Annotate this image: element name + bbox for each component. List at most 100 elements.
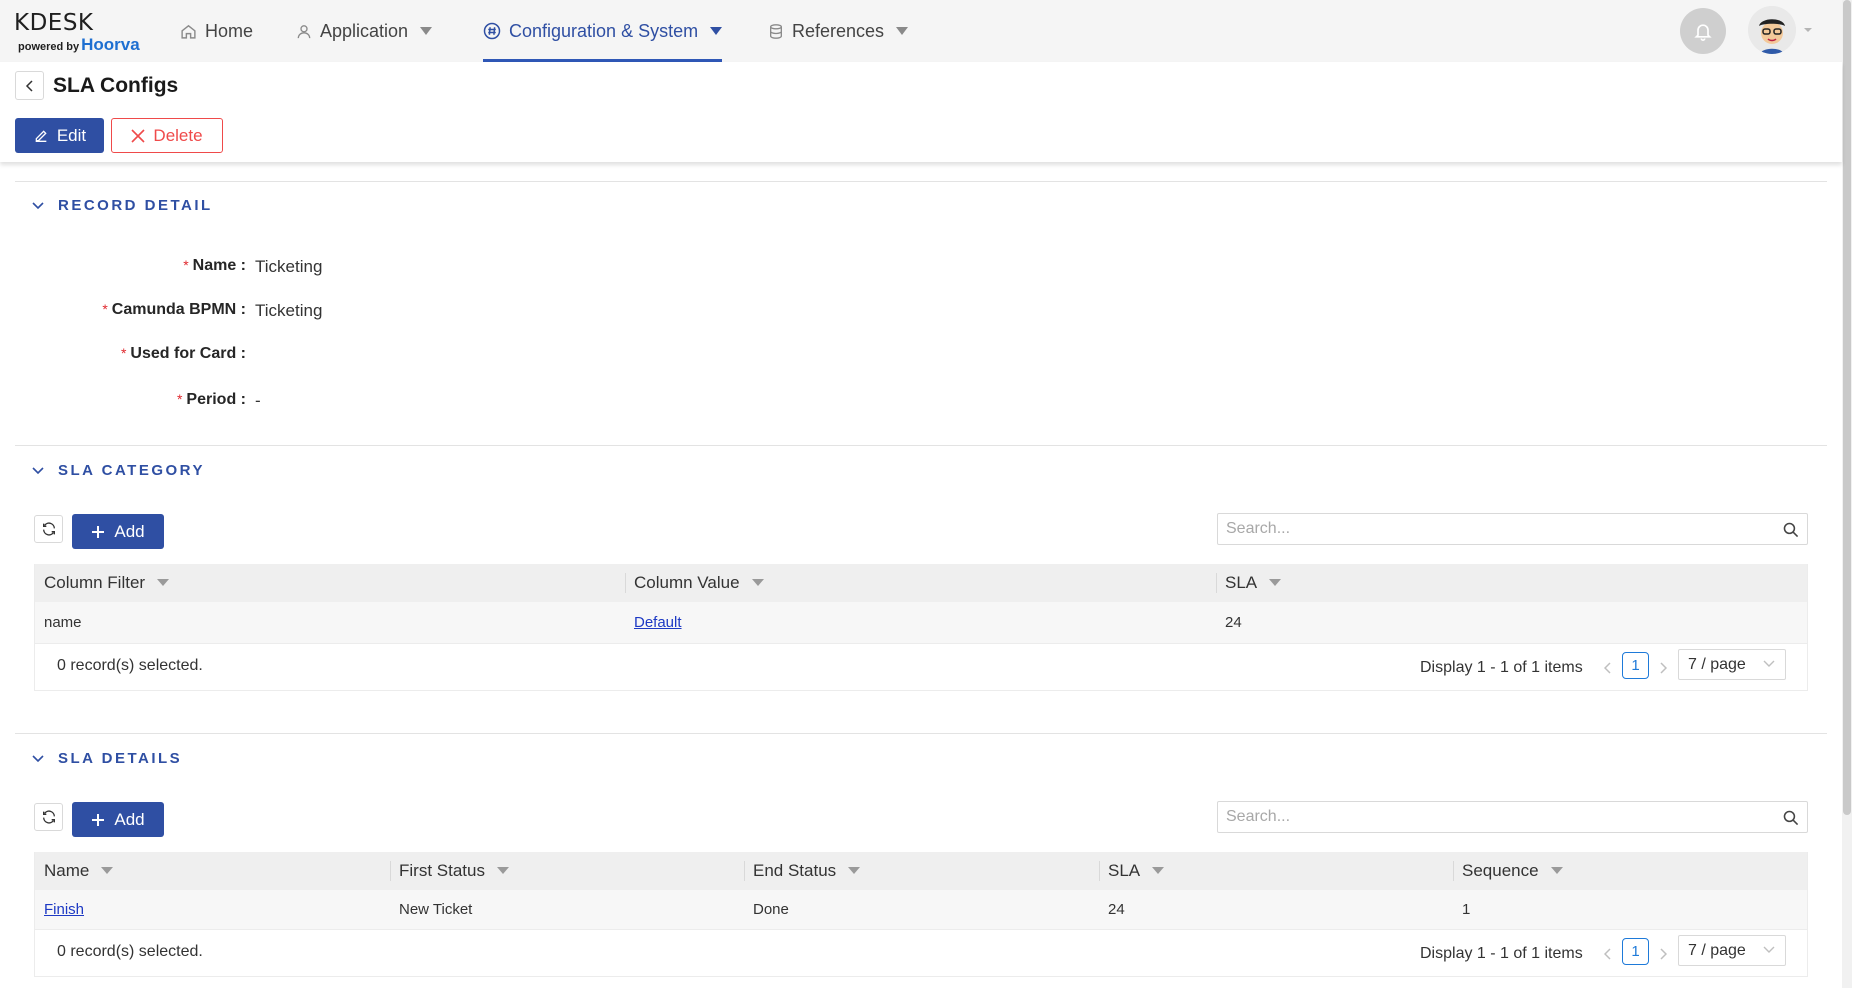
refresh-icon xyxy=(42,522,55,536)
chevron-down-icon xyxy=(32,754,44,762)
refresh-button[interactable] xyxy=(34,803,63,831)
page-title: SLA Configs xyxy=(53,74,179,97)
column-header-sequence: Sequence xyxy=(1453,852,1807,890)
nav-application[interactable]: Application xyxy=(296,0,433,62)
kdesk-logo[interactable]: KDESK powered by Hoorva xyxy=(14,10,144,54)
section-divider xyxy=(15,445,1827,446)
chevron-down-icon xyxy=(420,27,433,35)
plus-icon xyxy=(92,525,105,538)
section-title: SLA CATEGORY xyxy=(58,462,205,479)
nav-home-label: Home xyxy=(205,20,254,41)
top-navbar: KDESK powered by Hoorva Home Application … xyxy=(0,0,1842,62)
refresh-button[interactable] xyxy=(34,515,63,543)
pagination-summary: Display 1 - 1 of 1 items xyxy=(1420,945,1583,962)
chevron-down-icon xyxy=(1763,946,1775,953)
required-mark: * xyxy=(102,301,108,317)
page-size-select[interactable]: 7 / page xyxy=(1678,935,1786,966)
pagination-next-icon[interactable] xyxy=(1657,658,1669,678)
field-label-period: * Period : xyxy=(176,391,246,408)
bell-icon xyxy=(1694,24,1712,41)
refresh-icon xyxy=(42,810,55,824)
cell-sla: 24 xyxy=(1108,901,1125,918)
required-mark: * xyxy=(120,345,127,361)
search-input[interactable] xyxy=(1218,514,1768,544)
delete-button[interactable]: Delete xyxy=(111,118,223,153)
avatar-icon xyxy=(1748,6,1796,54)
plus-icon xyxy=(92,813,105,826)
filter-caret-icon[interactable] xyxy=(101,866,114,874)
cell-end-status: Done xyxy=(753,901,789,918)
logo-title: KDESK xyxy=(14,10,94,36)
notification-button[interactable] xyxy=(1680,8,1726,54)
filter-caret-icon[interactable] xyxy=(1550,866,1563,874)
nav-configuration-system[interactable]: Configuration & System xyxy=(483,0,723,62)
add-label: Add xyxy=(114,809,145,829)
section-header-sla-category[interactable]: SLA CATEGORY xyxy=(32,462,205,479)
column-header-first-status: First Status xyxy=(390,852,744,890)
sla-category-search[interactable] xyxy=(1217,513,1808,545)
filter-caret-icon[interactable] xyxy=(848,866,861,874)
filter-caret-icon[interactable] xyxy=(157,578,170,586)
field-label-camunda-bpmn: * Camunda BPMN : xyxy=(102,301,246,318)
column-header-column-filter: Column Filter xyxy=(35,564,625,602)
hashtag-circle-icon xyxy=(483,22,501,40)
table-footer: 0 record(s) selected. Display 1 - 1 of 1… xyxy=(35,930,1807,976)
cell-name: Finish xyxy=(35,890,390,929)
sla-details-search[interactable] xyxy=(1217,801,1808,833)
filter-caret-icon[interactable] xyxy=(1152,866,1165,874)
edit-label: Edit xyxy=(56,125,87,145)
table-footer: 0 record(s) selected. Display 1 - 1 of 1… xyxy=(35,644,1807,690)
table-row[interactable]: Finish New Ticket Done 24 1 xyxy=(35,890,1807,930)
filter-caret-icon[interactable] xyxy=(496,866,509,874)
field-label-used-for-card: * Used for Card : xyxy=(120,345,246,362)
section-header-record-detail[interactable]: RECORD DETAIL xyxy=(32,197,213,214)
name-link[interactable]: Finish xyxy=(44,901,84,918)
search-icon[interactable] xyxy=(1782,521,1799,538)
cell-sla: 24 xyxy=(1225,614,1242,631)
table-row[interactable]: name Default 24 xyxy=(35,602,1807,644)
nav-references[interactable]: References xyxy=(768,0,909,62)
section-divider xyxy=(15,733,1827,734)
back-button[interactable] xyxy=(15,71,44,100)
user-avatar[interactable] xyxy=(1748,6,1796,54)
required-mark: * xyxy=(183,257,189,273)
logo-powered-by: powered by Hoorva xyxy=(18,35,140,54)
chevron-down-icon xyxy=(32,201,44,209)
chevron-down-icon xyxy=(710,27,723,35)
required-mark: * xyxy=(176,391,183,407)
add-label: Add xyxy=(114,521,145,541)
nav-application-label: Application xyxy=(320,20,409,41)
section-title: RECORD DETAIL xyxy=(58,197,213,214)
pagination-prev-icon[interactable] xyxy=(1602,658,1614,678)
section-header-sla-details[interactable]: SLA DETAILS xyxy=(32,750,182,767)
user-icon xyxy=(297,24,311,38)
search-icon[interactable] xyxy=(1782,809,1799,826)
edit-button[interactable]: Edit xyxy=(15,118,104,153)
pagination-summary: Display 1 - 1 of 1 items xyxy=(1420,659,1583,676)
add-sla-category-button[interactable]: Add xyxy=(72,514,164,549)
field-label-name: * Name : xyxy=(183,257,246,274)
pagination-prev-icon[interactable] xyxy=(1602,944,1614,964)
selected-count: 0 record(s) selected. xyxy=(57,943,203,960)
scrollbar-thumb[interactable] xyxy=(1843,0,1851,815)
cell-first-status: New Ticket xyxy=(399,901,473,918)
column-value-link[interactable]: Default xyxy=(634,614,682,631)
filter-caret-icon[interactable] xyxy=(1269,578,1282,586)
search-input[interactable] xyxy=(1218,802,1768,832)
chevron-down-icon xyxy=(32,466,44,474)
column-header-column-value: Column Value xyxy=(625,564,1216,602)
add-sla-detail-button[interactable]: Add xyxy=(72,802,164,837)
nav-home[interactable]: Home xyxy=(180,0,253,62)
table-header: Column Filter Column Value SLA xyxy=(35,564,1807,602)
pagination-current-page[interactable]: 1 xyxy=(1622,652,1649,679)
pagination-current-page[interactable]: 1 xyxy=(1622,938,1649,965)
pagination-next-icon[interactable] xyxy=(1657,944,1669,964)
filter-caret-icon[interactable] xyxy=(751,578,764,586)
chevron-down-icon xyxy=(1763,660,1775,667)
table-header: Name First Status End Status SLA Sequenc… xyxy=(35,852,1807,890)
column-header-sla: SLA xyxy=(1216,564,1807,602)
close-icon xyxy=(131,128,145,143)
page-size-select[interactable]: 7 / page xyxy=(1678,649,1786,680)
section-title: SLA DETAILS xyxy=(58,750,183,767)
avatar-dropdown-icon[interactable] xyxy=(1804,28,1812,32)
